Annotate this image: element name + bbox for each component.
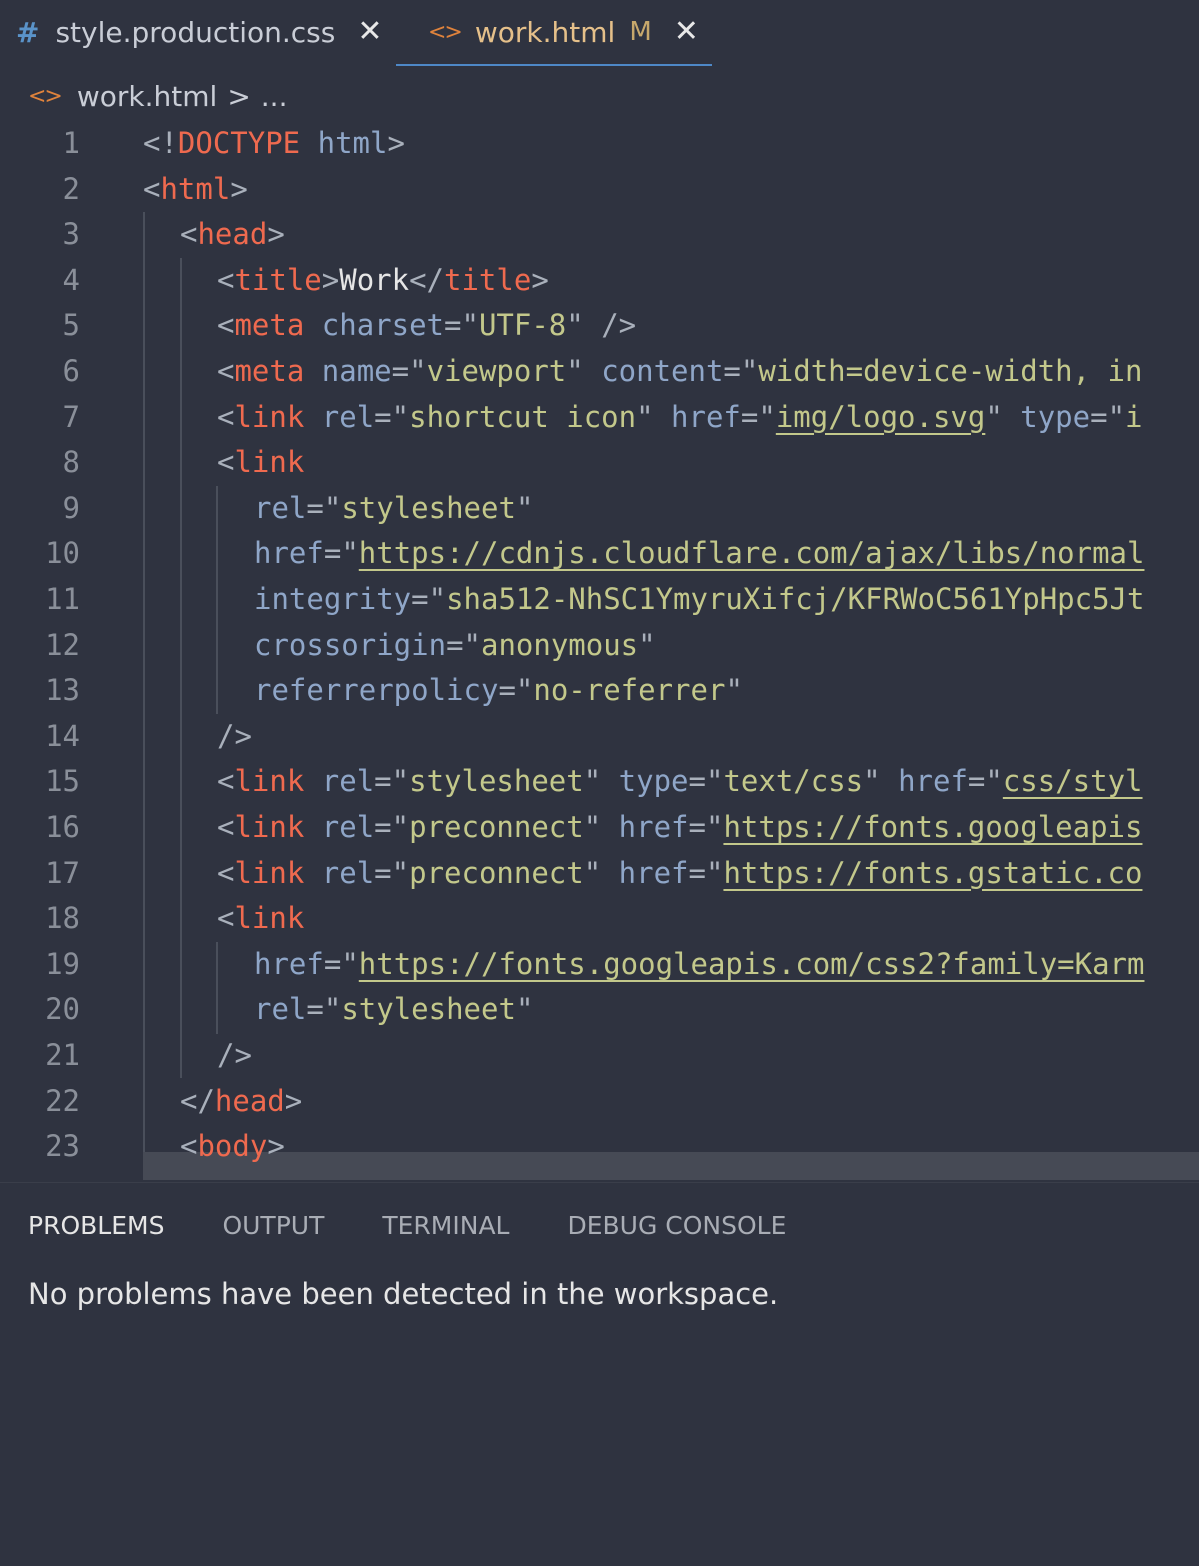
code-line[interactable]: 21 /> xyxy=(0,1032,1199,1078)
tab-style-production-css[interactable]: # style.production.css ✕ xyxy=(16,0,382,64)
code-text: <link rel="preconnect" href="https://fon… xyxy=(217,855,1143,890)
code-line[interactable]: 8 <link xyxy=(0,439,1199,485)
editor-tab-bar: # style.production.css ✕ <> work.html M … xyxy=(0,0,1199,66)
code-line[interactable]: 15 <link rel="stylesheet" type="text/css"… xyxy=(0,758,1199,804)
line-number: 6 xyxy=(62,354,80,388)
tab-label: style.production.css xyxy=(55,15,336,49)
code-icon: <> xyxy=(428,19,463,45)
close-icon[interactable]: ✕ xyxy=(357,17,382,47)
breadcrumb: <> work.html > ... xyxy=(28,76,287,116)
line-number: 9 xyxy=(62,490,80,525)
line-number: 13 xyxy=(45,673,80,708)
problems-message: No problems have been detected in the wo… xyxy=(28,1277,779,1311)
line-number: 14 xyxy=(45,718,80,753)
line-number: 11 xyxy=(45,582,80,616)
code-line[interactable]: 16 <link rel="preconnect" href="https://f… xyxy=(0,804,1199,850)
tab-label: work.html xyxy=(474,15,616,49)
line-number: 1 xyxy=(62,126,80,160)
tab-work-html[interactable]: <> work.html M ✕ xyxy=(396,0,712,66)
code-text: <html> xyxy=(143,171,248,206)
code-line[interactable]: 23 <body> xyxy=(0,1123,1199,1169)
code-text: <title>Work</title> xyxy=(217,262,549,297)
code-line[interactable]: 22 </head> xyxy=(0,1078,1199,1124)
code-text: <!DOCTYPE html> xyxy=(143,126,405,160)
breadcrumb-rest[interactable]: ... xyxy=(261,80,288,113)
code-line[interactable]: 4 <title>Work</title> xyxy=(0,257,1199,303)
code-text: <meta name="viewport" content="width=dev… xyxy=(217,354,1143,388)
code-text: <meta charset="UTF-8" /> xyxy=(217,308,637,343)
hash-icon: # xyxy=(16,15,40,49)
code-line[interactable]: 5 <meta charset="UTF-8" /> xyxy=(0,302,1199,348)
close-icon[interactable]: ✕ xyxy=(674,17,699,47)
line-number: 23 xyxy=(45,1129,80,1164)
code-line[interactable]: 14 /> xyxy=(0,713,1199,759)
bottom-panel: PROBLEMS OUTPUT TERMINAL DEBUG CONSOLE N… xyxy=(0,1182,1199,1566)
code-line[interactable]: 7 <link rel="shortcut icon" href="img/log… xyxy=(0,394,1199,440)
code-line[interactable]: 2 <html> xyxy=(0,166,1199,212)
line-number: 19 xyxy=(45,946,80,981)
line-number: 8 xyxy=(62,445,80,480)
code-line[interactable]: 3 <head> xyxy=(0,211,1199,257)
code-text: <link rel="preconnect" href="https://fon… xyxy=(217,810,1143,844)
line-number: 10 xyxy=(45,536,80,571)
code-text: crossorigin="anonymous" xyxy=(254,627,656,662)
code-text: href="https://fonts.googleapis.com/css2?… xyxy=(254,946,1145,981)
code-text: </head> xyxy=(180,1083,303,1118)
code-line[interactable]: 1 <!DOCTYPE html> xyxy=(0,120,1199,166)
code-text: href="https://cdnjs.cloudflare.com/ajax/… xyxy=(254,536,1145,571)
line-number: 21 xyxy=(45,1038,80,1072)
line-number: 7 xyxy=(62,399,80,434)
code-line[interactable]: 18 <link xyxy=(0,895,1199,941)
code-text: <link rel="stylesheet" type="text/css" h… xyxy=(217,764,1143,799)
modified-badge: M xyxy=(629,17,652,47)
code-line[interactable]: 20 rel="stylesheet" xyxy=(0,986,1199,1032)
line-number: 2 xyxy=(62,171,80,206)
code-icon: <> xyxy=(28,83,63,109)
code-line[interactable]: 9 rel="stylesheet" xyxy=(0,485,1199,531)
line-number: 15 xyxy=(45,764,80,799)
line-number: 18 xyxy=(45,901,80,936)
chevron-right-icon: > xyxy=(227,79,251,113)
code-text: <body> xyxy=(180,1129,285,1164)
panel-tabs: PROBLEMS OUTPUT TERMINAL DEBUG CONSOLE xyxy=(28,1211,844,1240)
line-number: 16 xyxy=(45,810,80,844)
code-line[interactable]: 10 href="https://cdnjs.cloudflare.com/aja… xyxy=(0,530,1199,576)
tab-problems[interactable]: PROBLEMS xyxy=(28,1211,164,1240)
code-text: <link xyxy=(217,901,305,936)
line-number: 12 xyxy=(45,627,80,662)
tab-terminal[interactable]: TERMINAL xyxy=(382,1211,509,1240)
line-number: 5 xyxy=(62,308,80,343)
code-text: <link xyxy=(217,445,305,480)
code-text: <head> xyxy=(180,217,285,252)
line-number: 3 xyxy=(62,217,80,252)
line-number: 17 xyxy=(45,855,80,890)
code-text: <link rel="shortcut icon" href="img/logo… xyxy=(217,399,1143,434)
code-text: /> xyxy=(217,1038,252,1072)
code-text: referrerpolicy="no-referrer" xyxy=(254,673,743,708)
tab-output[interactable]: OUTPUT xyxy=(222,1211,324,1240)
code-line[interactable]: 6 <meta name="viewport" content="width=de… xyxy=(0,348,1199,394)
line-number: 22 xyxy=(45,1083,80,1118)
code-editor[interactable]: 1 <!DOCTYPE html> 2 <html> 3 <head> 4 <title>Wo… xyxy=(0,120,1199,1180)
code-line[interactable]: 13 referrerpolicy="no-referrer" xyxy=(0,667,1199,713)
code-text: rel="stylesheet" xyxy=(254,490,534,525)
tab-debug-console[interactable]: DEBUG CONSOLE xyxy=(567,1211,786,1240)
line-number: 4 xyxy=(62,262,80,297)
breadcrumb-file[interactable]: work.html xyxy=(77,80,217,113)
code-text: integrity="sha512-NhSC1YmyruXifcj/KFRWoC… xyxy=(254,582,1145,616)
code-line[interactable]: 12 crossorigin="anonymous" xyxy=(0,622,1199,668)
line-number: 20 xyxy=(45,992,80,1027)
code-line[interactable]: 11 integrity="sha512-NhSC1YmyruXifcj/KFRW… xyxy=(0,576,1199,622)
code-line[interactable]: 17 <link rel="preconnect" href="https://f… xyxy=(0,850,1199,896)
code-text: rel="stylesheet" xyxy=(254,992,534,1027)
code-line[interactable]: 19 href="https://fonts.googleapis.com/css… xyxy=(0,941,1199,987)
code-text: /> xyxy=(217,718,252,753)
